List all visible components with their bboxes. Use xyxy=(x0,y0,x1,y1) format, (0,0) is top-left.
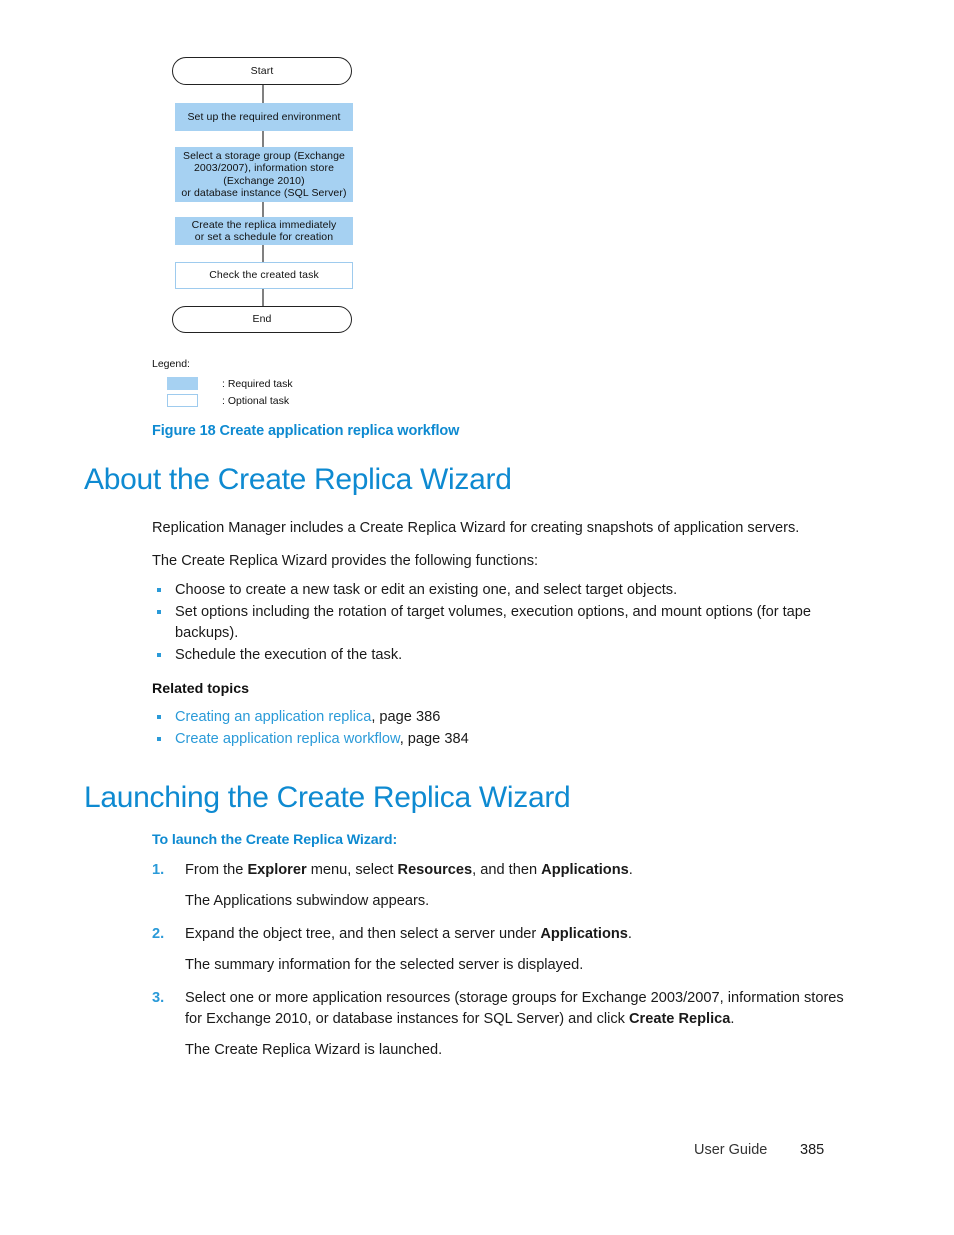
step-number-2: 2. xyxy=(152,926,165,942)
list-item-text: Schedule the execution of the task. xyxy=(175,647,403,663)
page-title-launching-create-replica-wizard: Launching the Create Replica Wizard xyxy=(84,781,571,814)
emphasis-text: Create Replica xyxy=(629,1011,731,1027)
about-lead-in-paragraph: The Create Replica Wizard provides the f… xyxy=(152,553,539,569)
flow-connector-setup-to-select xyxy=(262,131,264,147)
list-item-text: Choose to create a new task or edit an e… xyxy=(175,582,678,598)
page-title-about-create-replica-wizard: About the Create Replica Wizard xyxy=(84,463,512,496)
plain-text: , and then xyxy=(472,862,542,878)
page-footer: User Guide 385 xyxy=(0,1142,954,1166)
about-functions-list: Choose to create a new task or edit an e… xyxy=(152,580,844,666)
step-item-2: 2. Expand the object tree, and then sele… xyxy=(152,924,844,945)
launching-subheading: To launch the Create Replica Wizard: xyxy=(152,832,398,848)
step-result-1: The Applications subwindow appears. xyxy=(185,893,430,909)
bullet-icon xyxy=(157,588,161,592)
flow-node-select-storage-group: Select a storage group (Exchange 2003/20… xyxy=(175,147,353,202)
step-item-3: 3. Select one or more application resour… xyxy=(152,988,844,1030)
list-item: Create application replica workflow, pag… xyxy=(152,729,844,750)
legend-row-optional: : Optional task xyxy=(152,392,492,409)
flow-node-create-replica: Create the replica immediately or set a … xyxy=(175,217,353,245)
related-topic-link-creating-an-application-replica[interactable]: Creating an application replica xyxy=(175,709,371,725)
legend-swatch-optional-icon xyxy=(167,394,198,407)
step-item-1: 1. From the Explorer menu, select Resour… xyxy=(152,860,844,881)
legend-title: Legend: xyxy=(152,358,190,370)
step-number-1: 1. xyxy=(152,862,165,878)
plain-text: menu, select xyxy=(306,862,398,878)
related-topics-heading: Related topics xyxy=(152,681,249,697)
step-number-3: 3. xyxy=(152,990,165,1006)
related-topics-list: Creating an application replica, page 38… xyxy=(152,707,844,750)
launching-steps-list: 1. From the Explorer menu, select Resour… xyxy=(152,860,844,1061)
plain-text: From the xyxy=(185,862,248,878)
page-content: About the Create Replica Wizard Replicat… xyxy=(0,462,954,1061)
plain-text: Expand the object tree, and then select … xyxy=(185,926,541,942)
bullet-icon xyxy=(157,610,161,614)
emphasis-text: Explorer xyxy=(247,862,307,878)
list-item: Set options including the rotation of ta… xyxy=(152,602,844,644)
bullet-icon xyxy=(157,737,161,741)
related-topic-page-0: , page 386 xyxy=(371,709,441,725)
flow-node-start: Start xyxy=(172,57,352,85)
about-intro-paragraph: Replication Manager includes a Create Re… xyxy=(152,520,800,536)
bullet-icon xyxy=(157,653,161,657)
plain-text: . xyxy=(730,1011,735,1027)
flow-node-check-created-task: Check the created task xyxy=(175,262,353,289)
figure-legend: Legend: : Required task : Optional task xyxy=(152,358,492,409)
list-item: Choose to create a new task or edit an e… xyxy=(152,580,844,601)
step-text-1: From the Explorer menu, select Resources… xyxy=(185,862,633,878)
flow-node-set-up-environment: Set up the required environment xyxy=(175,103,353,131)
flow-connector-start-to-setup xyxy=(262,85,264,104)
list-item: Creating an application replica, page 38… xyxy=(152,707,844,728)
emphasis-text: Applications xyxy=(541,862,629,878)
bullet-icon xyxy=(157,715,161,719)
footer-guide-label: User Guide xyxy=(694,1142,768,1158)
flow-connector-create-to-check xyxy=(262,245,264,262)
emphasis-text: Applications xyxy=(540,926,628,942)
footer-page-number: 385 xyxy=(800,1142,825,1158)
step-result-3: The Create Replica Wizard is launched. xyxy=(185,1042,443,1058)
step-result-2: The summary information for the selected… xyxy=(185,957,584,973)
flow-connector-check-to-end xyxy=(262,289,264,306)
step-text-2: Expand the object tree, and then select … xyxy=(185,926,632,942)
legend-label-optional: : Optional task xyxy=(222,394,290,407)
flow-node-end: End xyxy=(172,306,352,333)
plain-text: . xyxy=(628,862,633,878)
flow-connector-select-to-create xyxy=(262,202,264,217)
plain-text: . xyxy=(627,926,632,942)
related-topic-page-1: , page 384 xyxy=(399,731,469,747)
figure-create-application-replica-workflow: Start Set up the required environment Se… xyxy=(0,0,954,439)
related-topic-link-create-application-replica-workflow[interactable]: Create application replica workflow xyxy=(175,731,400,747)
legend-swatch-required-icon xyxy=(167,377,198,390)
list-item-text: Set options including the rotation of ta… xyxy=(175,604,812,641)
list-item: Schedule the execution of the task. xyxy=(152,645,844,666)
figure-caption: Figure 18 Create application replica wor… xyxy=(152,423,460,439)
plain-text: Select one or more application resources… xyxy=(185,990,844,1027)
legend-row-required: : Required task xyxy=(152,375,492,392)
legend-label-required: : Required task xyxy=(222,377,293,390)
step-text-3: Select one or more application resources… xyxy=(185,990,844,1027)
emphasis-text: Resources xyxy=(397,862,473,878)
